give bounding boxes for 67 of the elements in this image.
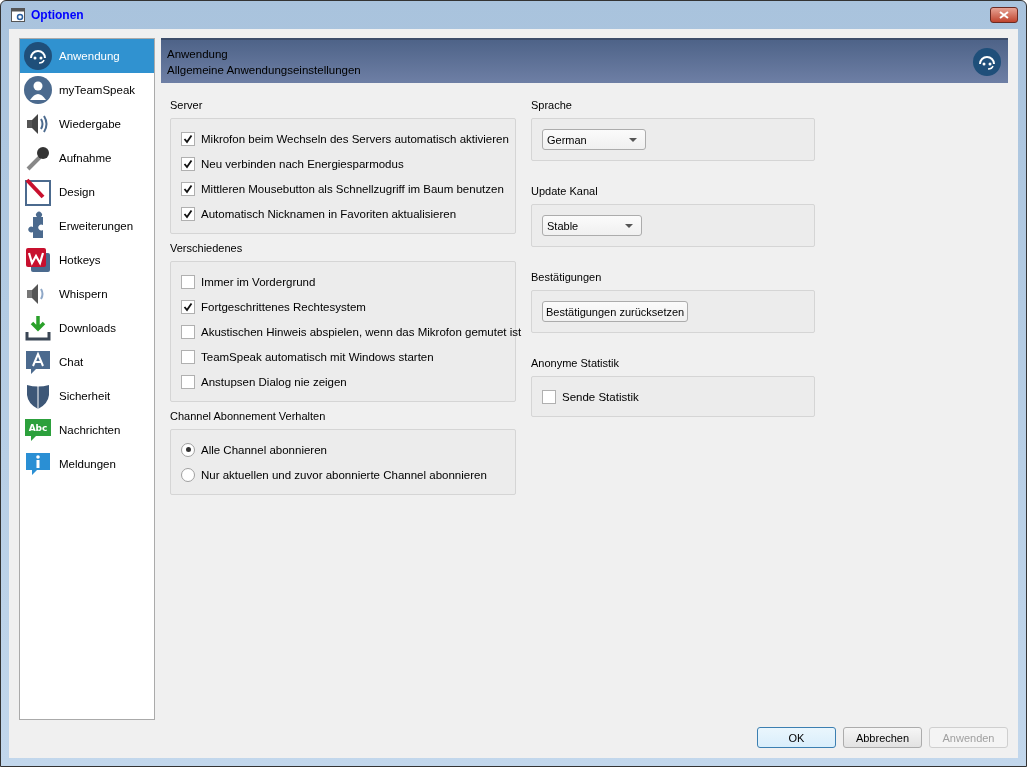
sidebar-item[interactable]: Sicherheit: [20, 379, 154, 413]
checkbox-label: Mittleren Mousebutton als Schnellzugriff im Baum benutzen: [201, 182, 504, 195]
dropdown[interactable]: German: [542, 129, 646, 150]
close-icon: [999, 11, 1009, 19]
headset-icon: [23, 41, 53, 71]
group-title: Update Kanal: [531, 185, 599, 199]
dialog-button[interactable]: Abbrechen: [843, 727, 922, 748]
sidebar-item[interactable]: myTeamSpeak: [20, 73, 154, 107]
checkbox-label: Akustischen Hinweis abspielen, wenn das Mikrofon gemutet ist: [201, 325, 522, 338]
radio-button[interactable]: [181, 467, 195, 482]
page-subtitle: Allgemeine Anwendungseinstellungen: [167, 63, 362, 76]
sidebar-item[interactable]: Meldungen: [20, 447, 154, 481]
checkmark-icon: [183, 301, 193, 312]
dropdown[interactable]: Stable: [542, 215, 642, 236]
caret-icon: [625, 223, 633, 228]
checkmark-icon: [183, 208, 193, 219]
group-title: Bestätigungen: [531, 271, 603, 285]
checkbox-label: Sende Statistik: [562, 390, 639, 403]
sidebar-item[interactable]: Erweiterungen: [20, 209, 154, 243]
reset-button[interactable]: Bestätigungen zurücksetzen: [542, 301, 689, 322]
radio-label: Nur aktuellen und zuvor abonnierte Channel abonnieren: [201, 468, 487, 481]
download-icon: [23, 313, 53, 343]
checkbox[interactable]: [181, 206, 195, 221]
key-icon: [23, 245, 53, 275]
caret-icon: [629, 137, 637, 142]
headset-icon: [972, 46, 1002, 77]
sidebar-item[interactable]: Design: [20, 175, 154, 209]
checkbox[interactable]: [181, 299, 195, 314]
checkbox[interactable]: [181, 324, 195, 339]
window-title: Optionen: [31, 8, 84, 22]
checkbox[interactable]: [181, 181, 195, 196]
checkbox[interactable]: [181, 156, 195, 171]
checkbox[interactable]: [181, 349, 195, 364]
pen-on-canvas-icon: [23, 177, 53, 207]
page-title: Anwendung: [167, 47, 229, 60]
checkmark-icon: [183, 158, 193, 169]
close-button[interactable]: [990, 7, 1018, 23]
checkbox-label: Fortgeschrittenes Rechtesystem: [201, 300, 366, 313]
checkmark-icon: [183, 183, 193, 194]
checkbox-label: Anstupsen Dialog nie zeigen: [201, 375, 347, 388]
checkbox[interactable]: [181, 131, 195, 146]
sidebar-item[interactable]: Chat: [20, 345, 154, 379]
group-title: Anonyme Statistik: [531, 357, 621, 371]
sidebar-item[interactable]: Abc Nachrichten: [20, 413, 154, 447]
group-title: Sprache: [531, 99, 573, 113]
checkbox[interactable]: [542, 389, 556, 404]
checkbox-label: Neu verbinden nach Energiesparmodus: [201, 157, 404, 170]
sidebar-item[interactable]: Whispern: [20, 277, 154, 311]
checkbox[interactable]: [181, 274, 195, 289]
sidebar-item[interactable]: Wiedergabe: [20, 107, 154, 141]
settings-window-icon: [11, 8, 25, 22]
checkbox[interactable]: [181, 374, 195, 389]
user-icon: [23, 75, 53, 105]
dialog-button[interactable]: OK: [757, 727, 836, 748]
radio-label: Alle Channel abonnieren: [201, 443, 327, 456]
sidebar-item[interactable]: Hotkeys: [20, 243, 154, 277]
group-title: Channel Abonnement Verhalten: [170, 410, 327, 424]
sidebar-item[interactable]: Aufnahme: [20, 141, 154, 175]
group-title: Verschiedenes: [170, 242, 244, 256]
checkmark-icon: [183, 133, 193, 144]
group-title: Server: [170, 99, 204, 113]
checkbox-label: Automatisch Nicknamen in Favoriten aktualisieren: [201, 207, 457, 220]
checkbox-label: TeamSpeak automatisch mit Windows starten: [201, 350, 434, 363]
radio-button[interactable]: [181, 442, 195, 457]
checkbox-label: Immer im Vordergrund: [201, 275, 316, 288]
sidebar-item[interactable]: Downloads: [20, 311, 154, 345]
checkbox-label: Mikrofon beim Wechseln des Servers automatisch aktivieren: [201, 132, 509, 145]
